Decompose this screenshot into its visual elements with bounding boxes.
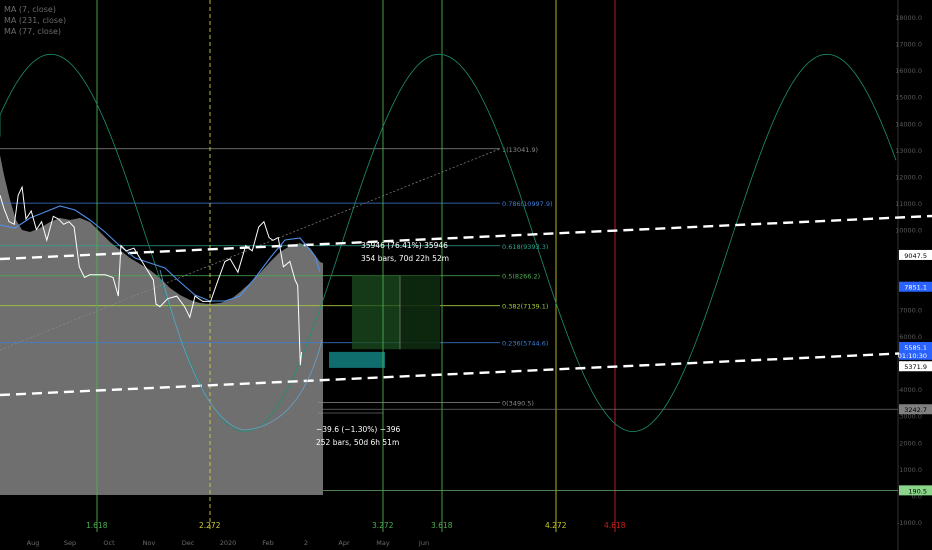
annotation-range-bottom: −39.6 (−1.30%) −396 xyxy=(316,425,401,434)
fib-time-label: 2.272 xyxy=(199,521,221,530)
price-badge-label: 01:10:30 xyxy=(898,352,927,360)
y-tick-label: 14000.0 xyxy=(895,120,922,128)
x-tick-label: 2020 xyxy=(220,539,237,547)
fib-time-label: 1.618 xyxy=(86,521,108,530)
x-tick-label: Sep xyxy=(64,539,76,547)
x-tick-label: Apr xyxy=(338,539,350,547)
x-tick-label: Oct xyxy=(103,539,115,547)
annotation-bars-bottom: 252 bars, 50d 6h 51m xyxy=(316,438,399,447)
y-tick-label: 7000.0 xyxy=(899,306,922,314)
channel-upper-line xyxy=(0,214,932,261)
fib-level-label: 0.382(7139.1) xyxy=(502,303,548,311)
chart-root[interactable]: 18000.0 17000.0 16000.0 15000.0 14000.0 13000… xyxy=(0,0,932,550)
y-tick-label: -1000.0 xyxy=(897,519,922,527)
legend-ma-7[interactable]: MA (7, close) xyxy=(4,4,66,15)
y-tick-label: 10000.0 xyxy=(895,227,922,235)
price-badge-label: 5371.9 xyxy=(904,363,927,371)
price-badge-label: 7851.1 xyxy=(904,284,927,292)
fib-level-label: 0(3490.5) xyxy=(502,400,534,408)
y-tick-label: 16000.0 xyxy=(895,67,922,75)
y-tick-label: 13000.0 xyxy=(895,147,922,155)
annotation-range-top: 35946 (76.41%) 35946 xyxy=(361,241,448,250)
y-tick-label: 1000.0 xyxy=(899,466,922,474)
y-tick-label: 17000.0 xyxy=(895,41,922,49)
y-tick-label: 11000.0 xyxy=(895,200,922,208)
y-tick-label: 4000.0 xyxy=(899,386,922,394)
y-tick-label: 12000.0 xyxy=(895,173,922,181)
entry-zone xyxy=(329,351,385,368)
price-badge-label: 9047.5 xyxy=(904,252,927,260)
fib-level-label: 0.236(5744.6) xyxy=(502,340,548,348)
ma-area-fill xyxy=(0,155,323,495)
fib-level-label: 0.618(9393.3) xyxy=(502,243,548,251)
target-zone-2 xyxy=(400,275,440,350)
chart-svg[interactable]: 18000.0 17000.0 16000.0 15000.0 14000.0 13000… xyxy=(0,0,932,550)
y-tick-label: 18000.0 xyxy=(895,14,922,22)
fib-time-label: 4.272 xyxy=(545,521,567,530)
fib-time-label: 3.618 xyxy=(431,521,453,530)
target-zone xyxy=(352,275,400,350)
legend-ma-231[interactable]: MA (231, close) xyxy=(4,15,66,26)
price-badge-label: 190.5 xyxy=(908,487,927,495)
y-tick-label: 15000.0 xyxy=(895,94,922,102)
x-tick-label: Jun xyxy=(418,539,429,547)
price-badge-label: 3242.7 xyxy=(904,406,927,414)
fib-level-label: 0.786(10997.9) xyxy=(502,200,553,208)
fib-time-label: 3.272 xyxy=(372,521,394,530)
y-tick-label: 6000.0 xyxy=(899,333,922,341)
y-tick-label: 2000.0 xyxy=(899,439,922,447)
fib-level-label: 1(13041.9) xyxy=(502,146,538,154)
x-tick-label: Nov xyxy=(143,539,156,547)
indicator-legend: MA (7, close) MA (231, close) MA (77, cl… xyxy=(4,4,66,37)
x-tick-label: Aug xyxy=(27,539,40,547)
legend-ma-77[interactable]: MA (77, close) xyxy=(4,26,66,37)
fib-level-label: 0.5(8266.2) xyxy=(502,273,540,281)
annotation-bars-top: 354 bars, 70d 22h 52m xyxy=(361,254,449,263)
x-tick-label: May xyxy=(376,539,390,547)
fib-time-label: 4.618 xyxy=(604,521,626,530)
x-tick-label: Dec xyxy=(182,539,195,547)
x-tick-label: Feb xyxy=(262,539,274,547)
x-tick-label: 2 xyxy=(304,539,308,547)
